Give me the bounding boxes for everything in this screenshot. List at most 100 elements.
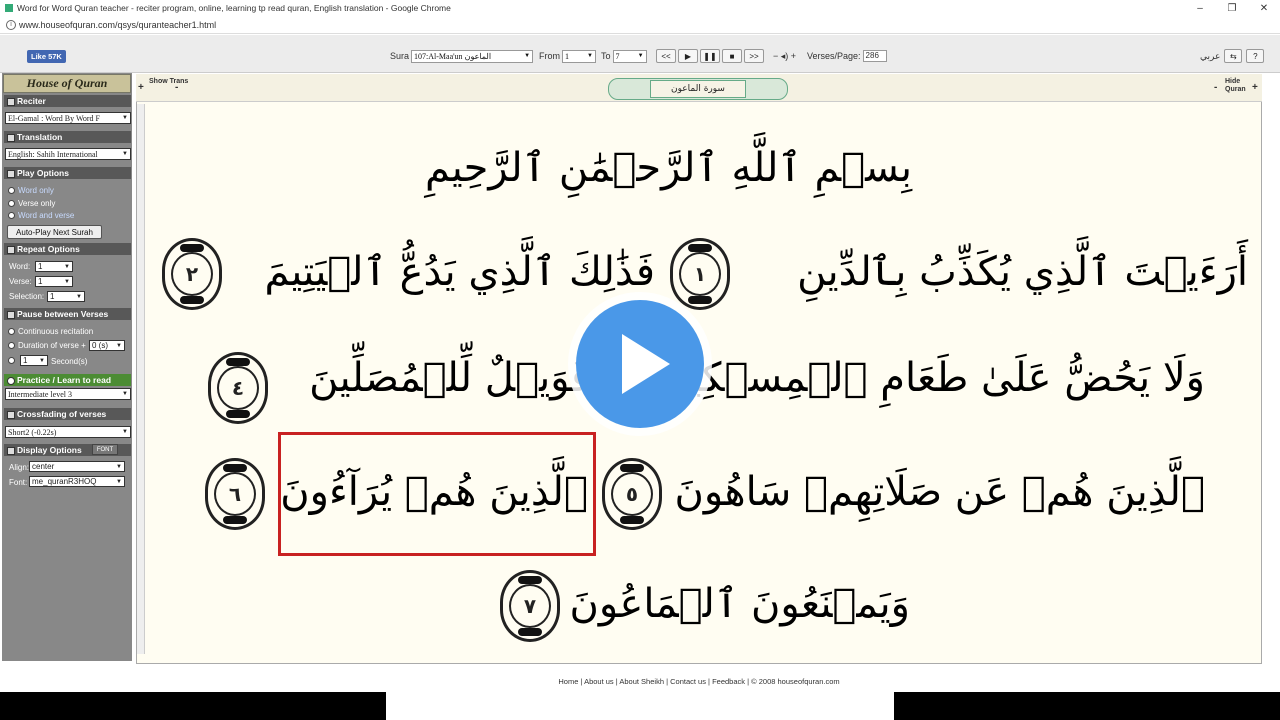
continuous-label: Continuous recitation (18, 327, 94, 336)
play-icon (622, 334, 670, 394)
video-play-button[interactable] (568, 292, 712, 436)
facebook-like-button[interactable]: Like 57K (27, 50, 66, 63)
chevron-down-icon: ▼ (637, 53, 644, 59)
help-button[interactable]: ? (1246, 49, 1265, 63)
verse-7-text[interactable]: وَيَمۡنَعُونَ ٱلۡمَاعُونَ (569, 584, 910, 624)
verse-2-text[interactable]: فَذَٰلِكَ ٱلَّذِي يَدُعُّ ٱلۡيَتِيمَ (264, 252, 655, 292)
site-logo[interactable]: House of Quran (3, 74, 131, 93)
verse-4-text[interactable]: فَوَيۡلٌ لِّلۡمُصَلِّينَ (309, 358, 590, 398)
plus-left-button[interactable]: + (138, 83, 144, 93)
radio-icon[interactable] (8, 357, 15, 365)
options-sidebar (2, 73, 132, 661)
from-select[interactable]: 1 ▼ (562, 49, 596, 63)
practice-level-value: Intermediate level 3 (8, 389, 72, 399)
volume-control[interactable]: − ◂) + (773, 49, 796, 63)
crossfading-value: Short2 (-0.22s) (8, 427, 57, 437)
next-button[interactable]: >> (744, 49, 764, 63)
pause-button[interactable]: ❚❚ (700, 49, 720, 63)
from-control: From 1 ▼ (539, 49, 596, 63)
radio-icon[interactable] (8, 212, 15, 220)
restore-icon[interactable]: ❐ (1216, 0, 1248, 16)
play-circle[interactable] (576, 300, 704, 428)
verse-5-text[interactable]: ٱلَّذِينَ هُمۡ عَن صَلَاتِهِمۡ سَاهُونَ (674, 472, 1205, 512)
crossfading-header[interactable]: Crossfading of verses (4, 408, 131, 420)
translation-select[interactable]: English: Sahih International ▼ (5, 148, 131, 160)
duration-option[interactable]: Duration of verse + (8, 341, 86, 350)
radio-icon[interactable] (8, 328, 15, 336)
highlight-box (278, 432, 596, 556)
to-select[interactable]: 7 ▼ (612, 49, 647, 63)
chevron-down-icon: ▼ (122, 391, 128, 397)
verse-5-marker[interactable]: ٥ (602, 458, 662, 530)
verse-only-option[interactable]: Verse only (8, 199, 55, 208)
close-icon[interactable]: ✕ (1248, 0, 1280, 16)
word-only-option[interactable]: Word only (8, 186, 54, 195)
hide-quran-button[interactable]: Hide Quran (1225, 78, 1249, 94)
duration-select[interactable]: 0 (s) ▼ (89, 340, 125, 351)
chevron-down-icon: ▼ (122, 429, 128, 435)
seconds-label: Second(s) (51, 357, 88, 366)
verse-3-text[interactable]: وَلَا يَحُضُّ عَلَىٰ طَعَامِ ٱلۡمِسۡكِين… (660, 358, 1205, 398)
show-translation-button[interactable]: Show Trans (149, 78, 188, 86)
verse-1-text[interactable]: أَرَءَيۡتَ ٱلَّذِي يُكَذِّبُ بِٱلدِّينِ (797, 252, 1248, 292)
footer-links[interactable]: Home | About us | About Sheikh | Contact… (136, 677, 1262, 689)
vertical-scrollbar[interactable] (137, 104, 145, 654)
align-select[interactable]: center ▼ (29, 461, 125, 472)
chevron-down-icon: ▼ (524, 53, 531, 59)
stop-button[interactable]: ■ (722, 49, 742, 63)
address-bar[interactable]: i www.houseofquran.com/qsys/quranteacher… (0, 16, 1280, 34)
verse-2-marker[interactable]: ٢ (162, 238, 222, 310)
word-repeat-select[interactable]: 1 ▼ (35, 261, 73, 272)
play-button[interactable]: ▶ (678, 49, 698, 63)
word-and-verse-option[interactable]: Word and verse (8, 211, 74, 220)
info-icon[interactable]: i (6, 19, 16, 30)
minus-left-button[interactable]: - (175, 83, 178, 93)
translation-header[interactable]: Translation (4, 131, 131, 143)
verse-only-label: Verse only (18, 199, 56, 208)
reciter-select[interactable]: El-Gamal : Word By Word F ▼ (5, 112, 131, 124)
practice-header[interactable]: Practice / Learn to read (4, 374, 131, 386)
reciter-header[interactable]: Reciter (4, 95, 131, 107)
radio-icon[interactable] (8, 342, 15, 350)
basmala[interactable]: بِسۡمِ ٱللَّهِ ٱلرَّحۡمَٰنِ ٱلرَّحِيمِ (425, 148, 912, 188)
crossfading-select[interactable]: Short2 (-0.22s) ▼ (5, 426, 131, 438)
continuous-option[interactable]: Continuous recitation (8, 327, 93, 336)
selection-repeat-value: 1 (50, 292, 55, 301)
radio-icon[interactable] (8, 187, 15, 195)
selection-repeat-select[interactable]: 1 ▼ (47, 291, 85, 302)
language-toggle[interactable]: عربي (1200, 51, 1220, 62)
sura-name-banner: سورة الماعون (608, 78, 788, 100)
font-toggle-button[interactable]: FONT (92, 444, 118, 455)
right-tools: عربي ⇆ ? (1200, 49, 1265, 63)
url-text[interactable]: www.houseofquran.com/qsys/quranteacher1.… (19, 20, 216, 30)
translation-value: English: Sahih International (8, 149, 98, 159)
verse-4-marker[interactable]: ٤ (208, 352, 268, 424)
font-select[interactable]: me_quranR3HOQ ▼ (29, 476, 125, 487)
verse-6-marker[interactable]: ٦ (205, 458, 265, 530)
site-favicon-icon (5, 4, 13, 12)
sura-name-text: سورة الماعون (650, 80, 746, 98)
pause-between-verses-header[interactable]: Pause between Verses (4, 308, 131, 320)
seconds-option[interactable] (8, 356, 18, 365)
radio-icon[interactable] (8, 200, 15, 208)
verse-7-marker[interactable]: ٧ (500, 570, 560, 642)
to-control: To 7 ▼ (601, 49, 647, 63)
practice-level-select[interactable]: Intermediate level 3 ▼ (5, 388, 131, 400)
sura-select[interactable]: 107:Al-Maa'un الماعون ▼ (411, 49, 534, 63)
sura-select-value: 107:Al-Maa'un الماعون (414, 51, 492, 61)
minus-right-button[interactable]: - (1214, 83, 1217, 93)
verses-per-page-input[interactable]: 286 (862, 50, 887, 62)
seconds-select[interactable]: 1 ▼ (20, 355, 48, 366)
plus-right-button[interactable]: + (1252, 83, 1258, 93)
play-options-header[interactable]: Play Options (4, 167, 131, 179)
sura-label: Sura (390, 51, 410, 61)
autoplay-next-surah-button[interactable]: Auto-Play Next Surah (7, 225, 102, 239)
minimize-icon[interactable]: – (1184, 0, 1216, 16)
previous-button[interactable]: << (656, 49, 676, 63)
browser-title-bar: Word for Word Quran teacher - reciter pr… (0, 0, 1280, 16)
verse-repeat-select[interactable]: 1 ▼ (35, 276, 73, 287)
video-letterbox (0, 692, 1280, 720)
repeat-options-header[interactable]: Repeat Options (4, 243, 131, 255)
verse-1-marker[interactable]: ١ (670, 238, 730, 310)
swap-icon[interactable]: ⇆ (1224, 49, 1243, 63)
